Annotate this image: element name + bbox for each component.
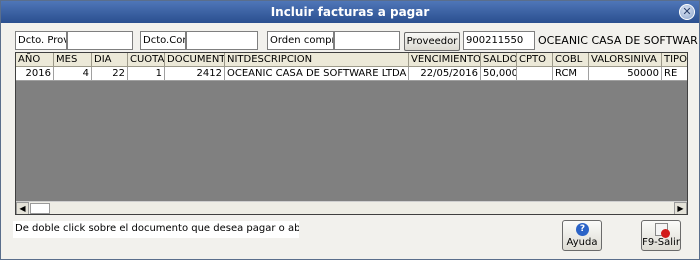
cell-month: 4 — [54, 67, 92, 81]
column-header[interactable]: VENCIMIENTO — [409, 53, 481, 67]
column-header[interactable]: AÑO — [16, 53, 54, 67]
column-header[interactable]: DIA — [92, 53, 128, 67]
grid-header: AÑO MES DIA CUOTA DOCUMENTO NITDESCRIPCI… — [16, 53, 687, 67]
scroll-right-icon[interactable]: ▶ — [674, 202, 687, 214]
help-button-label: Ayuda — [566, 237, 598, 248]
dcto-prov-label: Dcto. Prov. — [15, 31, 67, 50]
column-header[interactable]: CPTO — [517, 53, 553, 67]
cell-year: 2016 — [16, 67, 54, 81]
dcto-prov-field[interactable] — [67, 31, 133, 50]
column-header[interactable]: SALDO — [481, 53, 517, 67]
close-icon[interactable]: ✕ — [679, 4, 695, 20]
orden-compra-label: Orden compra — [267, 31, 334, 50]
cell-cobl: RCM — [553, 67, 589, 81]
exit-button-label: F9-Salir — [642, 237, 680, 248]
help-button[interactable]: ? Ayuda — [562, 220, 602, 251]
scroll-left-icon[interactable]: ◀ — [16, 202, 29, 214]
dcto-cont-field[interactable] — [186, 31, 258, 50]
column-header[interactable]: CUOTA — [128, 53, 165, 67]
cell-value-no-vat: 50000 — [589, 67, 662, 81]
exit-icon — [655, 223, 670, 238]
column-header[interactable]: NITDESCRIPCION — [225, 53, 409, 67]
proveedor-button[interactable]: Proveedor — [404, 32, 460, 51]
exit-button[interactable]: F9-Salir — [641, 220, 681, 251]
cell-due-date: 22/05/2016 — [409, 67, 481, 81]
dialog-window: Incluir facturas a pagar ✕ Dcto. Prov. D… — [0, 0, 700, 260]
invoices-grid[interactable]: AÑO MES DIA CUOTA DOCUMENTO NITDESCRIPCI… — [15, 52, 688, 215]
dcto-cont-label: Dcto.Cont — [140, 31, 186, 50]
window-title: Incluir facturas a pagar — [270, 5, 430, 19]
horizontal-scrollbar[interactable]: ◀ ▶ — [16, 201, 687, 214]
cell-balance: 50,000 — [481, 67, 517, 81]
cell-nit-description: OCEANIC CASA DE SOFTWARE LTDA — [225, 67, 409, 81]
scroll-thumb[interactable] — [30, 203, 50, 214]
cell-day: 22 — [92, 67, 128, 81]
help-icon: ? — [576, 223, 589, 236]
cell-concept — [517, 67, 553, 81]
table-row[interactable]: 2016 4 22 1 2412 OCEANIC CASA DE SOFTWAR… — [16, 67, 687, 81]
column-header[interactable]: TIPO — [662, 53, 687, 67]
column-header[interactable]: DOCUMENTO — [165, 53, 225, 67]
column-header[interactable]: VALORSINIVA — [589, 53, 662, 67]
proveedor-nit-field[interactable]: 900211550 — [463, 31, 535, 50]
cell-type: RE — [662, 67, 687, 81]
title-bar: Incluir facturas a pagar ✕ — [1, 1, 699, 23]
column-header[interactable]: COBL — [553, 53, 589, 67]
cell-installment: 1 — [128, 67, 165, 81]
orden-compra-field[interactable] — [334, 31, 400, 50]
cell-document: 2412 — [165, 67, 225, 81]
proveedor-name: OCEANIC CASA DE SOFTWARE LT — [538, 34, 698, 47]
instruction-text: De doble click sobre el documento que de… — [13, 221, 299, 238]
column-header[interactable]: MES — [54, 53, 92, 67]
